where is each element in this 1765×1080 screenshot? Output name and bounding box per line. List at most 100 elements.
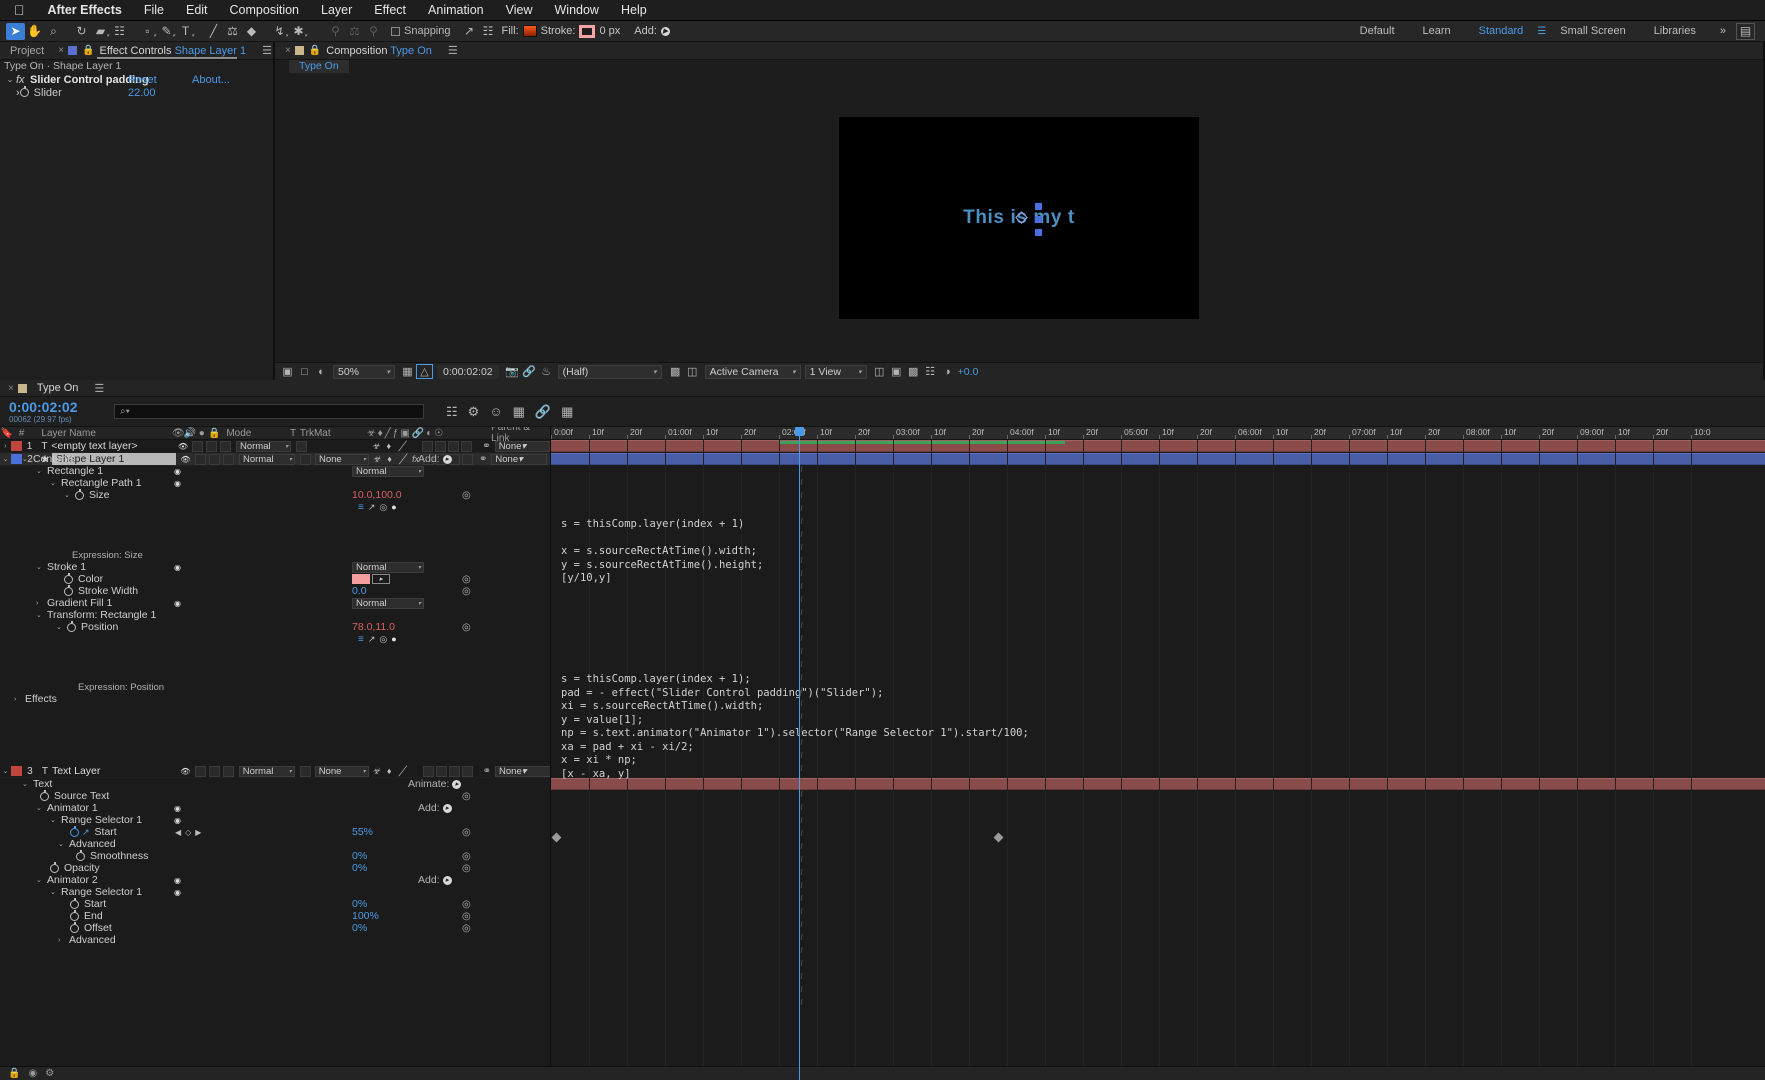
preserve-transparency-toggle[interactable]	[299, 765, 311, 777]
graph-editor-icon[interactable]: ▦	[561, 404, 573, 420]
tab-project[interactable]: Project	[0, 42, 54, 60]
property-value[interactable]: 0%	[352, 850, 367, 862]
exposure-value[interactable]: +0.0	[958, 366, 979, 378]
audio-toggle[interactable]	[192, 440, 204, 452]
region-of-interest-icon[interactable]: □	[296, 364, 313, 379]
property-pickwhip-icon[interactable]: ◎	[462, 851, 471, 862]
workspace-learn[interactable]: Learn	[1409, 25, 1465, 37]
always-preview-icon[interactable]: ▣	[279, 364, 296, 379]
color-swatch-group[interactable]: ▸	[352, 574, 390, 584]
graph-editor-icon[interactable]: ↗	[79, 827, 90, 838]
composition-mini-flowchart-icon[interactable]: ☷	[446, 404, 458, 420]
workspace-default[interactable]: Default	[1346, 25, 1409, 37]
stopwatch-icon[interactable]	[75, 488, 84, 500]
blend-mode-select[interactable]: Normal ▾	[235, 440, 292, 452]
region-icon[interactable]: ▩	[667, 364, 684, 379]
property-row[interactable]: ⌄ Range Selector 1 ◉	[0, 886, 550, 898]
chevron-down-icon[interactable]: ⌄	[22, 780, 33, 788]
timeline-icon[interactable]: ▩	[905, 364, 922, 379]
grid-guides-icon[interactable]: ▦	[399, 364, 416, 379]
property-row[interactable]: Source Text ◎	[0, 789, 550, 802]
panel-menu-icon[interactable]: ☰	[442, 44, 458, 57]
property-blend-mode-select[interactable]: Normal ▾	[352, 465, 424, 477]
menu-item-layer[interactable]: Layer	[310, 3, 363, 17]
color-swatch[interactable]	[352, 574, 370, 584]
stopwatch-icon[interactable]	[19, 86, 29, 97]
lock-toggle[interactable]	[220, 440, 231, 452]
roto-brush-tool[interactable]: ↯ ▾	[270, 23, 289, 40]
current-timecode[interactable]: 0:00:02:02	[0, 400, 100, 414]
align-icon[interactable]: ↗	[460, 23, 479, 40]
chevron-right-icon[interactable]: ›	[36, 600, 47, 607]
stroke-color-swatch[interactable]	[579, 24, 596, 38]
chevron-right-icon[interactable]: ›	[14, 696, 25, 703]
property-visibility-icon[interactable]: ◉	[174, 816, 181, 825]
table-row[interactable]: › 1 T <empty text layer> 👁 Normal ▾ ☣ ♦ ╱	[0, 440, 550, 453]
resolution-select[interactable]: (Half) ▾	[557, 364, 662, 379]
collapse-switch-icon[interactable]: ♦	[384, 766, 395, 776]
menu-item-animation[interactable]: Animation	[417, 3, 495, 17]
show-snapshot-icon[interactable]: 🔗	[521, 364, 538, 379]
animate-property-button[interactable]: Animate: ▸	[408, 778, 462, 790]
workspace-standard[interactable]: Standard	[1465, 25, 1538, 37]
pixel-aspect-icon[interactable]: ◫	[871, 364, 888, 379]
comp-flowchart-icon[interactable]: ☷	[922, 364, 939, 379]
expression-controls-row[interactable]: ≡ ↗ ◎ ●	[0, 501, 550, 513]
add-property-button[interactable]: Add: ▸	[418, 802, 452, 814]
chevron-down-icon[interactable]: ⌄	[50, 888, 61, 896]
about-button[interactable]: About...	[192, 74, 230, 86]
property-value[interactable]: 0%	[352, 862, 367, 874]
property-value[interactable]: 10.0,100.0	[352, 489, 402, 501]
frame-blending-icon[interactable]: ▦	[513, 404, 525, 420]
parent-select[interactable]: None ▾	[495, 765, 550, 777]
stopwatch-icon[interactable]	[67, 620, 76, 632]
panel-menu-icon[interactable]: ☰	[88, 382, 104, 395]
panel-menu-icon[interactable]: ☰	[256, 44, 272, 57]
clone-stamp-tool[interactable]: ⚖	[223, 23, 242, 40]
property-row[interactable]: › Gradient Fill 1 ◉ Normal ▾	[0, 597, 550, 609]
chevron-down-icon[interactable]: ⌄	[22, 455, 33, 463]
chevron-down-icon[interactable]: ⌄	[50, 816, 61, 824]
shy-column-icon[interactable]: 🔖	[0, 428, 14, 439]
zoom-tool[interactable]: ⌕	[44, 23, 63, 40]
menu-item-help[interactable]: Help	[610, 3, 658, 17]
property-pickwhip-icon[interactable]: ◎	[462, 622, 471, 633]
blend-mode-select[interactable]: Normal ▾	[238, 765, 295, 777]
layer-color-chip[interactable]	[10, 766, 22, 776]
chevron-down-icon[interactable]: ⌄	[36, 876, 47, 884]
animate-menu-icon[interactable]: ▸	[452, 779, 462, 789]
effect-property-slider-row[interactable]: › Slider 22.00	[0, 86, 273, 99]
property-visibility-icon[interactable]: ◉	[174, 467, 181, 476]
expression-language-menu-icon[interactable]: ●	[387, 634, 396, 644]
property-row[interactable]: ⌄ Size 10.0,100.0 ◎	[0, 488, 550, 501]
stopwatch-icon[interactable]	[50, 861, 59, 873]
chevron-down-icon[interactable]: ⌄	[36, 563, 47, 571]
lock-icon[interactable]: 🔒	[77, 45, 99, 56]
quality-switch-icon[interactable]: ╱	[396, 441, 407, 451]
channels-icon[interactable]: ♨	[538, 364, 555, 379]
layer-switches[interactable]: ☣ ♦ ╱	[370, 440, 473, 452]
expression-pickwhip-icon[interactable]: ◎	[375, 634, 387, 645]
expression-pickwhip-icon[interactable]: ◎	[375, 502, 387, 513]
close-icon[interactable]: ×	[0, 383, 18, 394]
layer-switches[interactable]: ☣ ♦ ╱	[371, 765, 473, 777]
preserve-transparency-toggle[interactable]	[296, 440, 308, 452]
snapping-toggle[interactable]: Snapping	[391, 25, 451, 37]
property-row[interactable]: › Effects	[0, 693, 550, 705]
property-blend-mode-select[interactable]: Normal ▾	[352, 561, 424, 573]
motion-blur-icon[interactable]: 🔗	[535, 404, 551, 420]
effect-property-value[interactable]: 22.00	[128, 87, 156, 99]
solo-toggle[interactable]	[208, 765, 220, 777]
property-row[interactable]: Start 0% ◎	[0, 897, 550, 910]
camera-view-select[interactable]: Active Camera ▾	[704, 364, 801, 379]
add-menu-icon[interactable]: ▶	[660, 26, 670, 36]
property-pickwhip-icon[interactable]: ◎	[462, 923, 471, 934]
table-row[interactable]: ⌄ 3 T Text Layer 👁 Normal▾ None▾ ☣ ♦ ╱	[0, 765, 550, 778]
lock-toggle[interactable]	[222, 765, 234, 777]
shy-switch-icon[interactable]: ☣	[371, 766, 382, 776]
frame-blend-switch[interactable]	[422, 440, 434, 452]
rotation-tool[interactable]: ↻	[72, 23, 91, 40]
parent-pickwhip-icon[interactable]: ⚭	[483, 766, 491, 777]
track-area[interactable]: IIIIIIIIIIIIIIIIIIIIIIIIIIIIIIIIIIIIIIII…	[551, 440, 1765, 1080]
property-row[interactable]: ⌄ Stroke 1 ◉ Normal ▾	[0, 561, 550, 573]
